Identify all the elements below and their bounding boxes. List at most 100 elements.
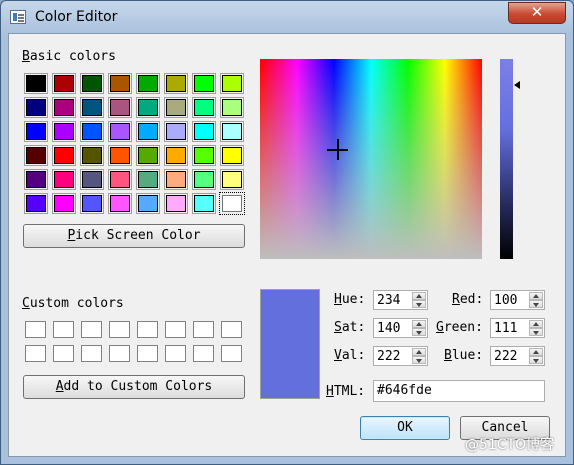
custom-color-swatch[interactable] — [81, 321, 102, 338]
basic-color-swatch[interactable] — [108, 121, 132, 142]
hue-up-arrow-icon[interactable] — [412, 292, 426, 300]
basic-color-swatch[interactable] — [192, 145, 216, 166]
window-title: Color Editor — [35, 9, 118, 25]
basic-color-swatch[interactable] — [24, 193, 48, 214]
basic-color-swatch[interactable] — [24, 73, 48, 94]
basic-color-swatch[interactable] — [164, 193, 188, 214]
add-custom-label-rest: dd to Custom Colors — [63, 379, 213, 394]
val-spinbox[interactable]: 222 — [373, 346, 428, 366]
basic-color-swatch[interactable] — [164, 73, 188, 94]
hue-down-arrow-icon[interactable] — [412, 300, 426, 308]
red-spinbox[interactable]: 100 — [490, 290, 545, 310]
sat-up-arrow-icon[interactable] — [412, 320, 426, 328]
red-value: 100 — [494, 293, 518, 308]
basic-color-swatch[interactable] — [136, 169, 160, 190]
red-down-arrow-icon[interactable] — [529, 300, 543, 308]
red-up-arrow-icon[interactable] — [529, 292, 543, 300]
basic-color-swatch[interactable] — [108, 97, 132, 118]
custom-color-swatch[interactable] — [25, 321, 46, 338]
basic-color-swatch[interactable] — [80, 121, 104, 142]
current-color-preview — [260, 289, 320, 399]
basic-color-swatch[interactable] — [24, 169, 48, 190]
basic-color-swatch[interactable] — [164, 97, 188, 118]
custom-color-swatch[interactable] — [165, 321, 186, 338]
hue-spinbox[interactable]: 234 — [373, 290, 428, 310]
luminance-pointer-icon[interactable] — [514, 81, 520, 89]
basic-color-swatch[interactable] — [80, 73, 104, 94]
custom-color-swatch[interactable] — [81, 345, 102, 362]
blue-down-arrow-icon[interactable] — [529, 356, 543, 364]
basic-color-swatch[interactable] — [52, 73, 76, 94]
val-down-arrow-icon[interactable] — [412, 356, 426, 364]
basic-color-swatch[interactable] — [52, 121, 76, 142]
basic-color-swatch[interactable] — [192, 193, 216, 214]
basic-color-swatch[interactable] — [219, 192, 245, 215]
basic-color-swatch[interactable] — [220, 121, 244, 142]
title-bar[interactable]: Color Editor ✕ — [1, 1, 574, 35]
blue-spinbox[interactable]: 222 — [490, 346, 545, 366]
basic-color-swatch[interactable] — [136, 193, 160, 214]
custom-color-swatch[interactable] — [137, 345, 158, 362]
add-custom-mnemonic: A — [55, 379, 64, 394]
custom-color-swatch[interactable] — [53, 321, 74, 338]
basic-color-swatch[interactable] — [164, 121, 188, 142]
blue-up-arrow-icon[interactable] — [529, 348, 543, 356]
basic-color-swatch[interactable] — [136, 97, 160, 118]
basic-color-swatch[interactable] — [24, 121, 48, 142]
pick-screen-color-button[interactable]: Pick Screen Color — [23, 224, 245, 248]
basic-color-swatch[interactable] — [136, 73, 160, 94]
custom-color-swatch[interactable] — [221, 345, 242, 362]
basic-color-swatch[interactable] — [136, 121, 160, 142]
basic-color-swatch[interactable] — [52, 193, 76, 214]
basic-colors-label-rest: asic colors — [29, 49, 116, 64]
green-spinbox[interactable]: 111 — [490, 318, 545, 338]
luminance-slider[interactable] — [500, 59, 513, 259]
html-hex-input[interactable]: #646fde — [373, 380, 545, 402]
sat-spinbox[interactable]: 140 — [373, 318, 428, 338]
basic-color-swatch[interactable] — [192, 97, 216, 118]
basic-color-swatch[interactable] — [220, 97, 244, 118]
basic-color-swatch[interactable] — [108, 169, 132, 190]
basic-color-swatch[interactable] — [80, 97, 104, 118]
basic-color-swatch[interactable] — [136, 145, 160, 166]
custom-color-swatch[interactable] — [53, 345, 74, 362]
custom-color-swatch[interactable] — [193, 345, 214, 362]
basic-color-swatch[interactable] — [220, 145, 244, 166]
basic-color-swatch[interactable] — [164, 169, 188, 190]
basic-color-swatch[interactable] — [52, 169, 76, 190]
custom-color-swatch[interactable] — [25, 345, 46, 362]
sat-down-arrow-icon[interactable] — [412, 328, 426, 336]
basic-color-swatch[interactable] — [220, 73, 244, 94]
custom-color-swatch[interactable] — [109, 321, 130, 338]
basic-color-swatch[interactable] — [24, 97, 48, 118]
basic-color-swatch[interactable] — [108, 193, 132, 214]
basic-color-swatch[interactable] — [52, 97, 76, 118]
basic-color-swatch[interactable] — [220, 169, 244, 190]
sat-value: 140 — [377, 321, 401, 336]
add-to-custom-colors-button[interactable]: Add to Custom Colors — [23, 375, 245, 399]
basic-color-swatch[interactable] — [164, 145, 188, 166]
hue-label: Hue: — [334, 292, 366, 307]
custom-color-swatch[interactable] — [137, 321, 158, 338]
ok-button[interactable]: OK — [360, 416, 450, 440]
basic-color-swatch[interactable] — [80, 193, 104, 214]
basic-color-swatch[interactable] — [80, 169, 104, 190]
custom-color-swatch[interactable] — [165, 345, 186, 362]
hue-saturation-spectrum[interactable] — [260, 59, 482, 259]
custom-color-swatch[interactable] — [109, 345, 130, 362]
basic-color-swatch[interactable] — [192, 73, 216, 94]
basic-color-swatch[interactable] — [24, 145, 48, 166]
blue-label: Blue: — [444, 348, 484, 363]
close-button[interactable]: ✕ — [508, 2, 566, 24]
green-down-arrow-icon[interactable] — [529, 328, 543, 336]
custom-color-swatch[interactable] — [193, 321, 214, 338]
basic-color-swatch[interactable] — [192, 169, 216, 190]
basic-color-swatch[interactable] — [80, 145, 104, 166]
val-up-arrow-icon[interactable] — [412, 348, 426, 356]
basic-color-swatch[interactable] — [192, 121, 216, 142]
basic-color-swatch[interactable] — [108, 73, 132, 94]
custom-color-swatch[interactable] — [221, 321, 242, 338]
basic-color-swatch[interactable] — [108, 145, 132, 166]
basic-color-swatch[interactable] — [52, 145, 76, 166]
green-up-arrow-icon[interactable] — [529, 320, 543, 328]
